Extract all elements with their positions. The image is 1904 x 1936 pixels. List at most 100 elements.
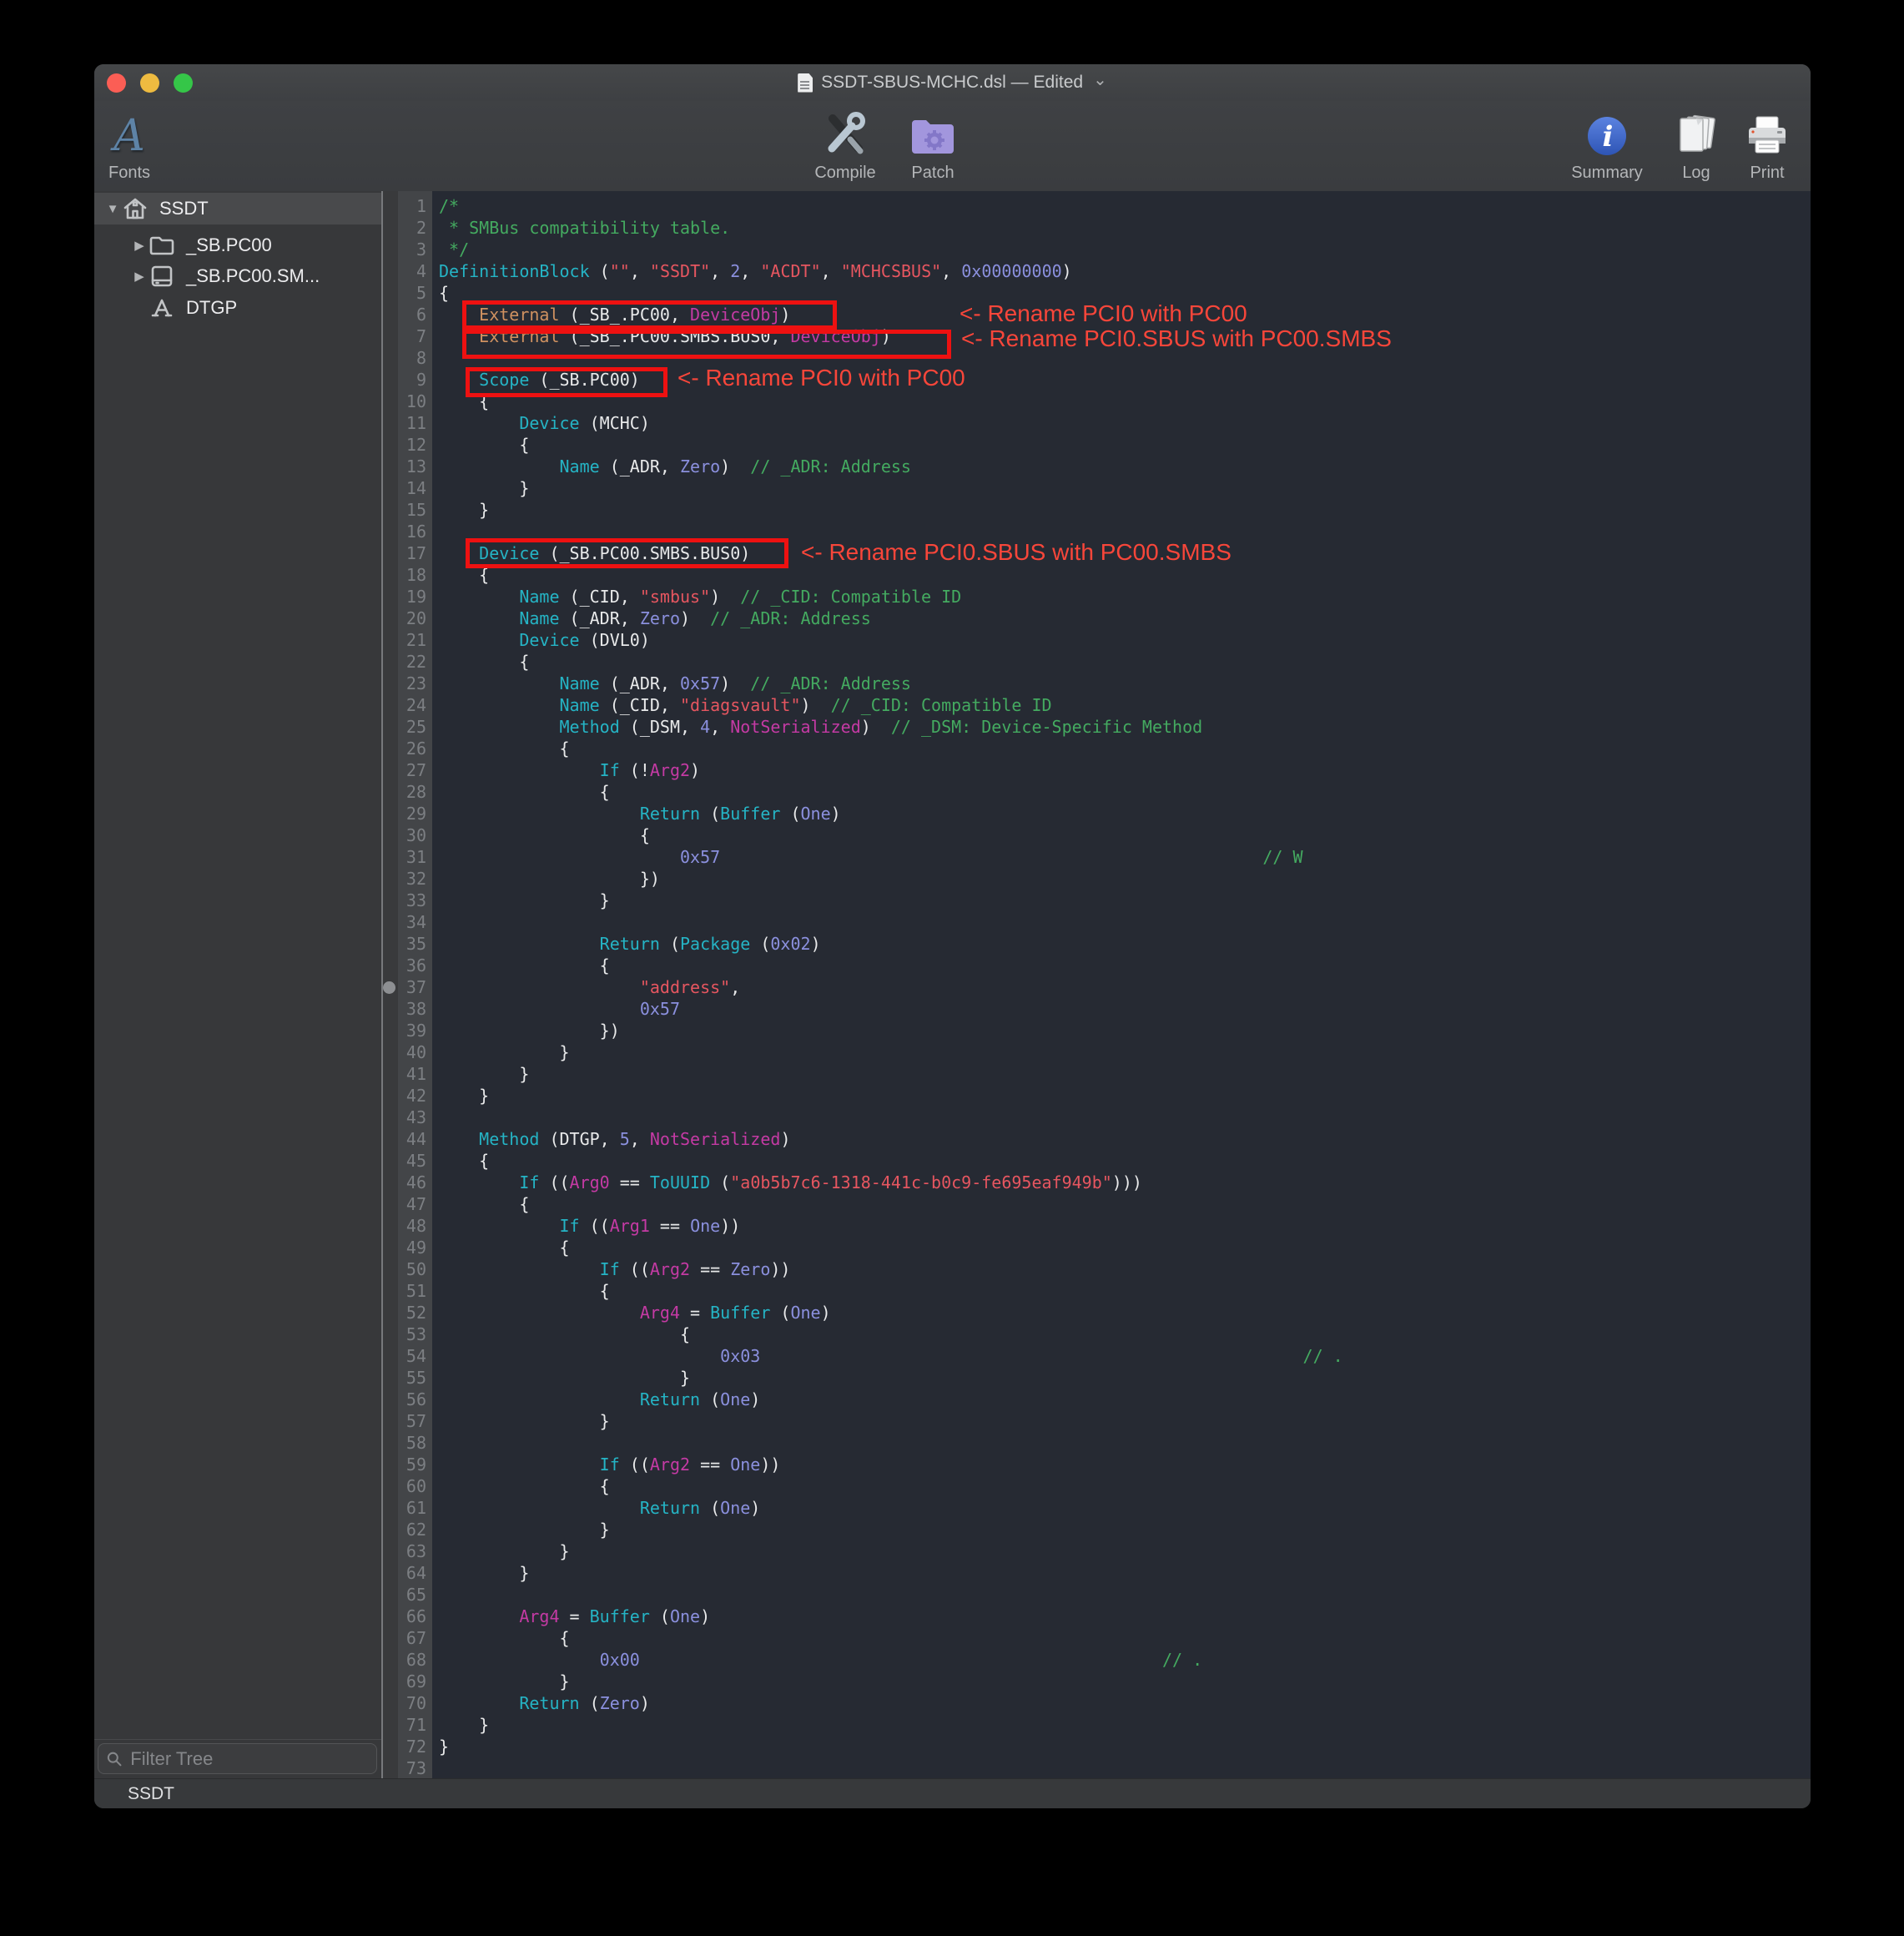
patch-folder-icon: [909, 115, 957, 157]
code-line[interactable]: Return (One): [439, 1389, 1811, 1410]
code-area[interactable]: /* * SMBus compatibility table. */Defini…: [432, 195, 1811, 1778]
code-line[interactable]: {: [439, 738, 1811, 759]
code-line[interactable]: If ((Arg0 == ToUUID ("a0b5b7c6-1318-441c…: [439, 1172, 1811, 1193]
code-line[interactable]: /*: [439, 195, 1811, 217]
code-line[interactable]: }: [439, 1562, 1811, 1584]
code-line[interactable]: }: [439, 1540, 1811, 1562]
code-line[interactable]: [439, 347, 1811, 369]
code-line[interactable]: Name (_ADR, 0x57) // _ADR: Address: [439, 673, 1811, 694]
filter-input[interactable]: [128, 1747, 368, 1771]
filter-field[interactable]: [98, 1743, 377, 1774]
print-label: Print: [1750, 164, 1784, 186]
svg-text:i: i: [1603, 120, 1614, 154]
fonts-label: Fonts: [108, 164, 150, 186]
code-line[interactable]: }): [439, 1020, 1811, 1041]
code-line[interactable]: }: [439, 1736, 1811, 1757]
sidebar-item-dtgp[interactable]: DTGP: [94, 292, 381, 324]
log-button[interactable]: Log: [1663, 103, 1730, 186]
code-line[interactable]: External (_SB_.PC00.SMBS.BUS0, DeviceObj…: [439, 325, 1811, 347]
code-line[interactable]: }: [439, 499, 1811, 521]
code-line[interactable]: Arg4 = Buffer (One): [439, 1302, 1811, 1323]
tree-item-label: SSDT: [159, 198, 209, 219]
disclosure-triangle-icon[interactable]: ▶: [131, 238, 148, 253]
compile-button[interactable]: Compile: [799, 103, 891, 186]
code-line[interactable]: [439, 1757, 1811, 1778]
patch-button[interactable]: Patch: [891, 103, 975, 186]
code-line[interactable]: Return (Zero): [439, 1692, 1811, 1714]
code-line[interactable]: If ((Arg2 == One)): [439, 1454, 1811, 1475]
code-line[interactable]: }: [439, 477, 1811, 499]
code-line[interactable]: Device (DVL0): [439, 629, 1811, 651]
code-line[interactable]: 0x03 // .: [439, 1345, 1811, 1367]
code-line[interactable]: {: [439, 1193, 1811, 1215]
titlebar[interactable]: SSDT-SBUS-MCHC.dsl — Edited ⌄: [94, 64, 1811, 101]
code-line[interactable]: [439, 911, 1811, 933]
code-line[interactable]: }: [439, 1410, 1811, 1432]
code-line[interactable]: {: [439, 282, 1811, 304]
code-line[interactable]: Device (MCHC): [439, 412, 1811, 434]
code-line[interactable]: Return (Package (0x02): [439, 933, 1811, 955]
code-editor[interactable]: 1234567891011121314151617181920212223242…: [381, 191, 1811, 1778]
log-pages-icon: [1673, 113, 1720, 159]
disclosure-triangle-icon[interactable]: ▶: [131, 269, 148, 284]
code-line[interactable]: DefinitionBlock ("", "SSDT", 2, "ACDT", …: [439, 260, 1811, 282]
log-label: Log: [1682, 164, 1710, 186]
disclosure-triangle-icon[interactable]: ▼: [104, 202, 121, 216]
sidebar-item--sb-pc00[interactable]: ▶_SB.PC00: [94, 229, 381, 261]
code-line[interactable]: If ((Arg1 == One)): [439, 1215, 1811, 1237]
code-line[interactable]: {: [439, 781, 1811, 803]
code-line[interactable]: Name (_CID, "diagsvault") // _CID: Compa…: [439, 694, 1811, 716]
sidebar-item-ssdt[interactable]: ▼ SSDT: [94, 193, 381, 224]
code-line[interactable]: {: [439, 391, 1811, 412]
code-line[interactable]: Method (DTGP, 5, NotSerialized): [439, 1128, 1811, 1150]
code-line[interactable]: "address",: [439, 976, 1811, 998]
code-line[interactable]: 0x57 // W: [439, 846, 1811, 868]
code-line[interactable]: 0x57: [439, 998, 1811, 1020]
code-line[interactable]: {: [439, 1323, 1811, 1345]
code-line[interactable]: 0x00 // .: [439, 1649, 1811, 1671]
title-chevron-icon[interactable]: ⌄: [1093, 69, 1107, 90]
code-line[interactable]: {: [439, 1280, 1811, 1302]
code-line[interactable]: */: [439, 239, 1811, 260]
summary-button[interactable]: iSummary: [1565, 103, 1649, 186]
code-line[interactable]: {: [439, 434, 1811, 456]
code-line[interactable]: Name (_ADR, Zero) // _ADR: Address: [439, 608, 1811, 629]
code-line[interactable]: }: [439, 890, 1811, 911]
code-line[interactable]: }: [439, 1367, 1811, 1389]
code-line[interactable]: Return (Buffer (One): [439, 803, 1811, 824]
code-line[interactable]: {: [439, 1150, 1811, 1172]
code-line[interactable]: }: [439, 1519, 1811, 1540]
sidebar-divider: [94, 1739, 381, 1740]
code-line[interactable]: [439, 1107, 1811, 1128]
code-line[interactable]: {: [439, 651, 1811, 673]
code-line[interactable]: Device (_SB.PC00.SMBS.BUS0): [439, 542, 1811, 564]
print-button[interactable]: Print: [1734, 103, 1801, 186]
code-line[interactable]: }): [439, 868, 1811, 890]
code-line[interactable]: [439, 521, 1811, 542]
sidebar-item--sb-pc00-sm-[interactable]: ▶_SB.PC00.SM...: [94, 260, 381, 292]
code-line[interactable]: {: [439, 955, 1811, 976]
code-line[interactable]: Name (_CID, "smbus") // _CID: Compatible…: [439, 586, 1811, 608]
code-line[interactable]: }: [439, 1714, 1811, 1736]
code-line[interactable]: [439, 1432, 1811, 1454]
code-line[interactable]: Method (_DSM, 4, NotSerialized) // _DSM:…: [439, 716, 1811, 738]
code-line[interactable]: Scope (_SB.PC00): [439, 369, 1811, 391]
code-line[interactable]: Name (_ADR, Zero) // _ADR: Address: [439, 456, 1811, 477]
code-line[interactable]: If (!Arg2): [439, 759, 1811, 781]
code-line[interactable]: Return (One): [439, 1497, 1811, 1519]
code-line[interactable]: }: [439, 1085, 1811, 1107]
code-line[interactable]: If ((Arg2 == Zero)): [439, 1258, 1811, 1280]
code-line[interactable]: }: [439, 1063, 1811, 1085]
code-line[interactable]: [439, 1584, 1811, 1606]
code-line[interactable]: {: [439, 1475, 1811, 1497]
code-line[interactable]: {: [439, 824, 1811, 846]
code-line[interactable]: {: [439, 564, 1811, 586]
code-line[interactable]: {: [439, 1237, 1811, 1258]
code-line[interactable]: * SMBus compatibility table.: [439, 217, 1811, 239]
code-line[interactable]: }: [439, 1041, 1811, 1063]
code-line[interactable]: {: [439, 1627, 1811, 1649]
code-line[interactable]: External (_SB_.PC00, DeviceObj): [439, 304, 1811, 325]
code-line[interactable]: Arg4 = Buffer (One): [439, 1606, 1811, 1627]
code-line[interactable]: }: [439, 1671, 1811, 1692]
fonts-button[interactable]: AFonts: [94, 103, 164, 186]
